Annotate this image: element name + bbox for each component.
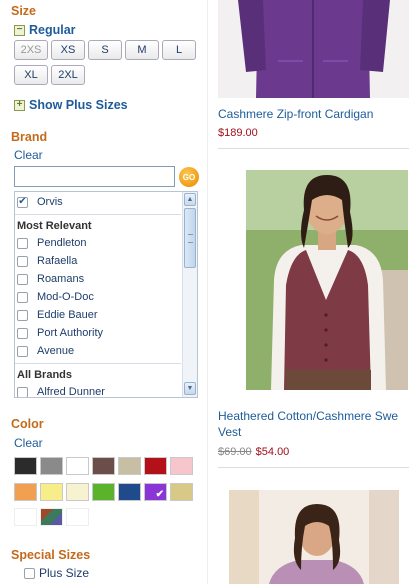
brand-list-scrollbar[interactable]: ▲ ▼ <box>182 192 197 397</box>
color-swatch[interactable] <box>14 508 37 526</box>
product-divider <box>218 467 409 468</box>
brand-option-rafaella[interactable]: Rafaella <box>17 255 77 267</box>
list-divider <box>15 214 181 215</box>
color-swatch[interactable] <box>66 483 89 501</box>
color-swatch[interactable] <box>144 457 167 475</box>
brand-go-button[interactable]: GO <box>179 167 199 187</box>
brand-option-orvis[interactable]: ✔ Orvis <box>17 196 63 208</box>
color-swatch[interactable] <box>170 483 193 501</box>
brand-list[interactable]: ✔ Orvis Most Relevant Pendleton Rafaella… <box>14 191 198 398</box>
checkbox-checked-icon[interactable]: ✔ <box>17 196 28 208</box>
special-sizes-section-title: Special Sizes <box>11 548 91 562</box>
product-price: $69.00 $54.00 <box>218 446 289 458</box>
original-price: $69.00 <box>218 446 252 458</box>
scroll-down-arrow-icon[interactable]: ▼ <box>184 382 196 395</box>
brand-option-label: Roamans <box>37 273 85 285</box>
color-swatch[interactable] <box>118 483 141 501</box>
size-button-s[interactable]: S <box>88 40 122 60</box>
brand-option-label: Orvis <box>37 196 63 208</box>
scroll-thumb[interactable] <box>184 208 196 268</box>
checkbox-icon[interactable] <box>17 345 28 357</box>
brand-option-pendleton[interactable]: Pendleton <box>17 237 87 249</box>
checkbox-icon[interactable] <box>17 273 28 285</box>
brand-option-label: Alfred Dunner <box>37 386 105 398</box>
collapse-icon: − <box>14 24 25 36</box>
brand-option-label: Pendleton <box>37 237 87 249</box>
color-swatch[interactable] <box>92 457 115 475</box>
checkbox-icon[interactable] <box>17 309 28 321</box>
brand-option-label: Avenue <box>37 345 75 357</box>
size-button-m[interactable]: M <box>125 40 159 60</box>
color-swatch[interactable] <box>40 508 63 526</box>
all-brands-heading: All Brands <box>17 369 73 381</box>
size-button-xs[interactable]: XS <box>51 40 85 60</box>
color-swatch[interactable] <box>92 483 115 501</box>
color-swatch[interactable]: ✔ <box>144 483 167 501</box>
size-button-l[interactable]: L <box>162 40 196 60</box>
most-relevant-heading: Most Relevant <box>17 220 92 232</box>
brand-option-port-authority[interactable]: Port Authority <box>17 327 103 339</box>
product-image-third[interactable] <box>229 490 399 584</box>
color-swatch[interactable] <box>40 457 63 475</box>
product-name-link[interactable]: Heathered Cotton/Cashmere Swe <box>218 409 398 424</box>
selected-check-icon: ✔ <box>155 489 164 500</box>
scroll-up-arrow-icon[interactable]: ▲ <box>184 193 196 206</box>
brand-option-label: Mod-O-Doc <box>37 291 94 303</box>
brand-option-roamans[interactable]: Roamans <box>17 273 84 285</box>
size-section-title: Size <box>11 4 37 18</box>
color-swatch[interactable] <box>40 483 63 501</box>
expand-icon: + <box>14 99 25 111</box>
color-swatch[interactable] <box>14 457 37 475</box>
color-section-title: Color <box>11 417 44 431</box>
regular-size-label: Regular <box>29 23 76 37</box>
checkbox-icon[interactable] <box>17 291 28 303</box>
plus-size-option[interactable]: Plus Size <box>24 566 89 580</box>
brand-option-eddie-bauer[interactable]: Eddie Bauer <box>17 309 98 321</box>
checkbox-icon[interactable] <box>17 255 28 267</box>
color-clear-link[interactable]: Clear <box>14 436 43 450</box>
checkbox-icon[interactable] <box>17 327 28 339</box>
product-divider <box>218 148 409 149</box>
product-price: $189.00 <box>218 127 258 139</box>
checkbox-icon[interactable] <box>24 567 35 579</box>
brand-search-input[interactable] <box>14 166 175 187</box>
brand-option-label: Port Authority <box>37 327 104 339</box>
product-name-link[interactable]: Cashmere Zip-front Cardigan <box>218 107 373 122</box>
brand-option-mod-o-doc[interactable]: Mod-O-Doc <box>17 291 94 303</box>
size-button-2xs[interactable]: 2XS <box>14 40 48 60</box>
current-price: $189.00 <box>218 127 258 139</box>
product-name-link-line2[interactable]: Vest <box>218 425 241 440</box>
checkbox-icon[interactable] <box>17 237 28 249</box>
brand-option-label: Eddie Bauer <box>37 309 98 321</box>
checkbox-icon[interactable] <box>17 386 28 397</box>
product-image-cardigan[interactable] <box>218 0 409 98</box>
show-plus-sizes-toggle[interactable]: + Show Plus Sizes <box>14 98 128 112</box>
regular-size-toggle[interactable]: − Regular <box>14 23 76 37</box>
show-plus-sizes-label: Show Plus Sizes <box>29 98 128 112</box>
brand-option-label: Rafaella <box>37 255 78 267</box>
color-swatch[interactable] <box>170 457 193 475</box>
sale-price: $54.00 <box>255 446 290 458</box>
brand-option-alfred-dunner[interactable]: Alfred Dunner <box>17 386 105 398</box>
color-swatch[interactable] <box>14 483 37 501</box>
color-swatch[interactable] <box>66 457 89 475</box>
product-image-vest[interactable] <box>246 170 408 390</box>
brand-section-title: Brand <box>11 130 48 144</box>
color-swatch[interactable] <box>118 457 141 475</box>
size-button-xl[interactable]: XL <box>14 65 48 85</box>
plus-size-label: Plus Size <box>39 566 90 580</box>
brand-clear-link[interactable]: Clear <box>14 148 43 162</box>
brand-option-avenue[interactable]: Avenue <box>17 345 74 357</box>
list-divider <box>15 363 181 364</box>
product-grid: Cashmere Zip-front Cardigan $189.00 Heat… <box>207 0 409 584</box>
color-swatch[interactable] <box>66 508 89 526</box>
filter-sidebar: Size − Regular 2XS XS S M L XL 2XL + Sho… <box>0 0 207 584</box>
size-button-2xl[interactable]: 2XL <box>51 65 85 85</box>
